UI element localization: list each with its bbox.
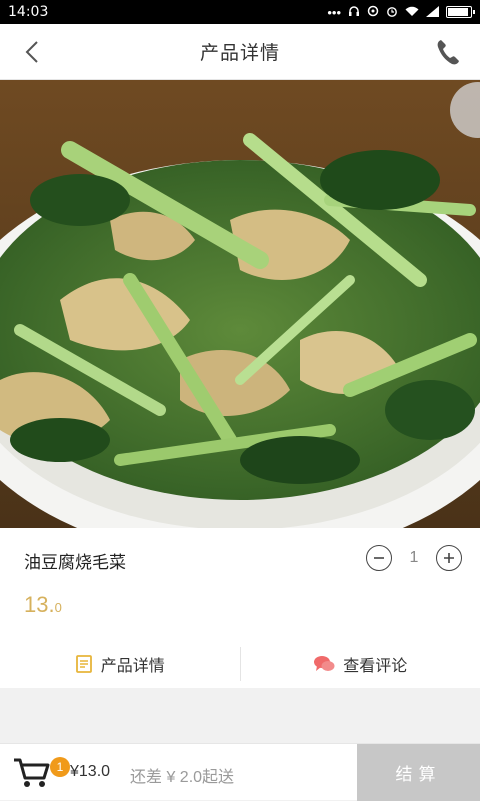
product-card: 油豆腐烧毛菜 1 13.0 产品详情 查看评论	[0, 528, 480, 688]
wifi-icon	[405, 6, 419, 19]
minimum-order-hint: 还差 ¥ 2.0起送	[130, 763, 234, 787]
price-main: 13.	[24, 592, 55, 617]
checkout-button[interactable]: 结算	[357, 744, 480, 801]
quantity-stepper: 1	[366, 545, 462, 571]
nav-bar: 产品详情	[0, 24, 480, 80]
battery-icon	[446, 6, 472, 18]
dots-icon: •••	[327, 6, 341, 19]
cart-total: ¥13.0	[70, 763, 110, 781]
status-icons: •••	[327, 5, 472, 19]
plus-icon	[443, 552, 455, 564]
comment-icon	[313, 655, 335, 673]
call-button[interactable]	[432, 36, 464, 68]
decrease-button[interactable]	[366, 545, 392, 571]
status-time: 14:03	[8, 4, 48, 20]
cart-badge: 1	[50, 757, 70, 777]
price-decimal: 0	[55, 600, 62, 615]
tab-view-comments[interactable]: 查看评论	[241, 652, 480, 676]
tab-product-details[interactable]: 产品详情	[0, 652, 240, 676]
increase-button[interactable]	[436, 545, 462, 571]
cart-button[interactable]: 1	[12, 754, 52, 790]
tab-product-details-label: 产品详情	[101, 652, 165, 676]
back-button[interactable]	[18, 38, 46, 66]
minus-icon	[373, 552, 385, 564]
phone-icon	[435, 38, 461, 66]
headset-icon	[348, 5, 360, 19]
quantity-value: 1	[404, 549, 424, 567]
bottom-bar: 1 ¥13.0 还差 ¥ 2.0起送 结算	[0, 743, 480, 800]
chevron-left-icon	[25, 40, 39, 64]
product-image	[0, 80, 480, 528]
signal-icon	[426, 6, 439, 19]
sync-icon	[367, 5, 379, 19]
status-bar: 14:03 •••	[0, 0, 480, 24]
product-name: 油豆腐烧毛菜	[24, 548, 126, 573]
product-price: 13.0	[24, 592, 62, 618]
tab-view-comments-label: 查看评论	[343, 652, 407, 676]
shopping-cart-icon	[12, 754, 52, 790]
page-title: 产品详情	[200, 38, 280, 65]
alarm-icon	[386, 5, 398, 19]
detail-tabs: 产品详情 查看评论	[0, 640, 480, 688]
document-icon	[75, 655, 93, 673]
